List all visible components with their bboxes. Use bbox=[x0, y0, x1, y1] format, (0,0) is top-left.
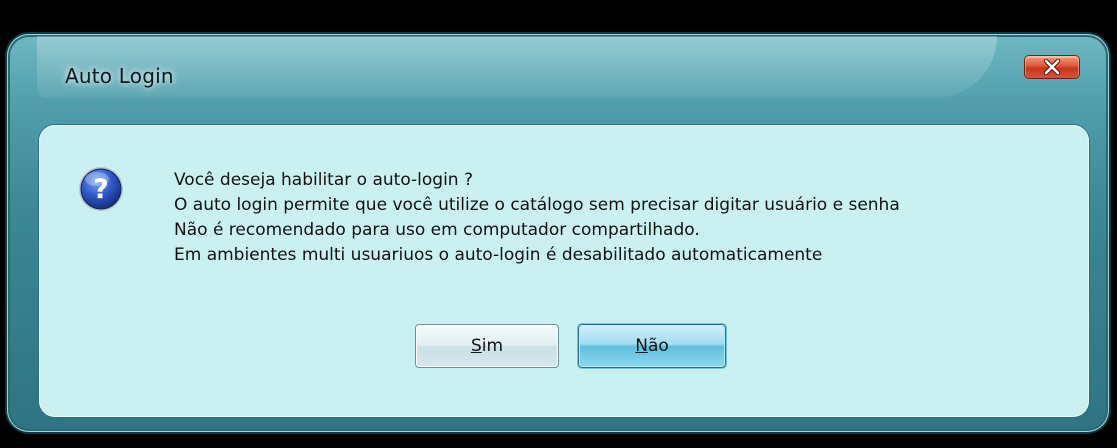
question-mark-icon: ? bbox=[79, 167, 123, 211]
message-text: Você deseja habilitar o auto-login ? O a… bbox=[174, 168, 900, 268]
no-button[interactable]: Não bbox=[578, 324, 726, 368]
message-line-multiuser: Em ambientes multi usuariuos o auto-logi… bbox=[174, 245, 823, 265]
message-line-warning: Não é recomendado para uso em computador… bbox=[174, 220, 700, 240]
no-label-rest: ão bbox=[647, 336, 669, 356]
close-x-icon bbox=[1043, 59, 1061, 75]
yes-label-rest: im bbox=[481, 336, 504, 356]
dialog-title: Auto Login bbox=[65, 64, 174, 88]
message-line-description: O auto login permite que você utilize o … bbox=[174, 195, 900, 215]
close-button[interactable] bbox=[1024, 55, 1080, 79]
no-accelerator: N bbox=[635, 336, 648, 356]
yes-accelerator: S bbox=[470, 336, 482, 356]
auto-login-dialog: Auto Login ? Você deseja habilitar o aut… bbox=[7, 34, 1109, 432]
dialog-content: ? Você deseja habilitar o auto-login ? O… bbox=[39, 125, 1089, 417]
svg-text:?: ? bbox=[93, 174, 109, 205]
yes-button[interactable]: Sim bbox=[415, 324, 559, 368]
message-line-question: Você deseja habilitar o auto-login ? bbox=[174, 170, 474, 190]
title-bar-gloss bbox=[37, 36, 997, 98]
